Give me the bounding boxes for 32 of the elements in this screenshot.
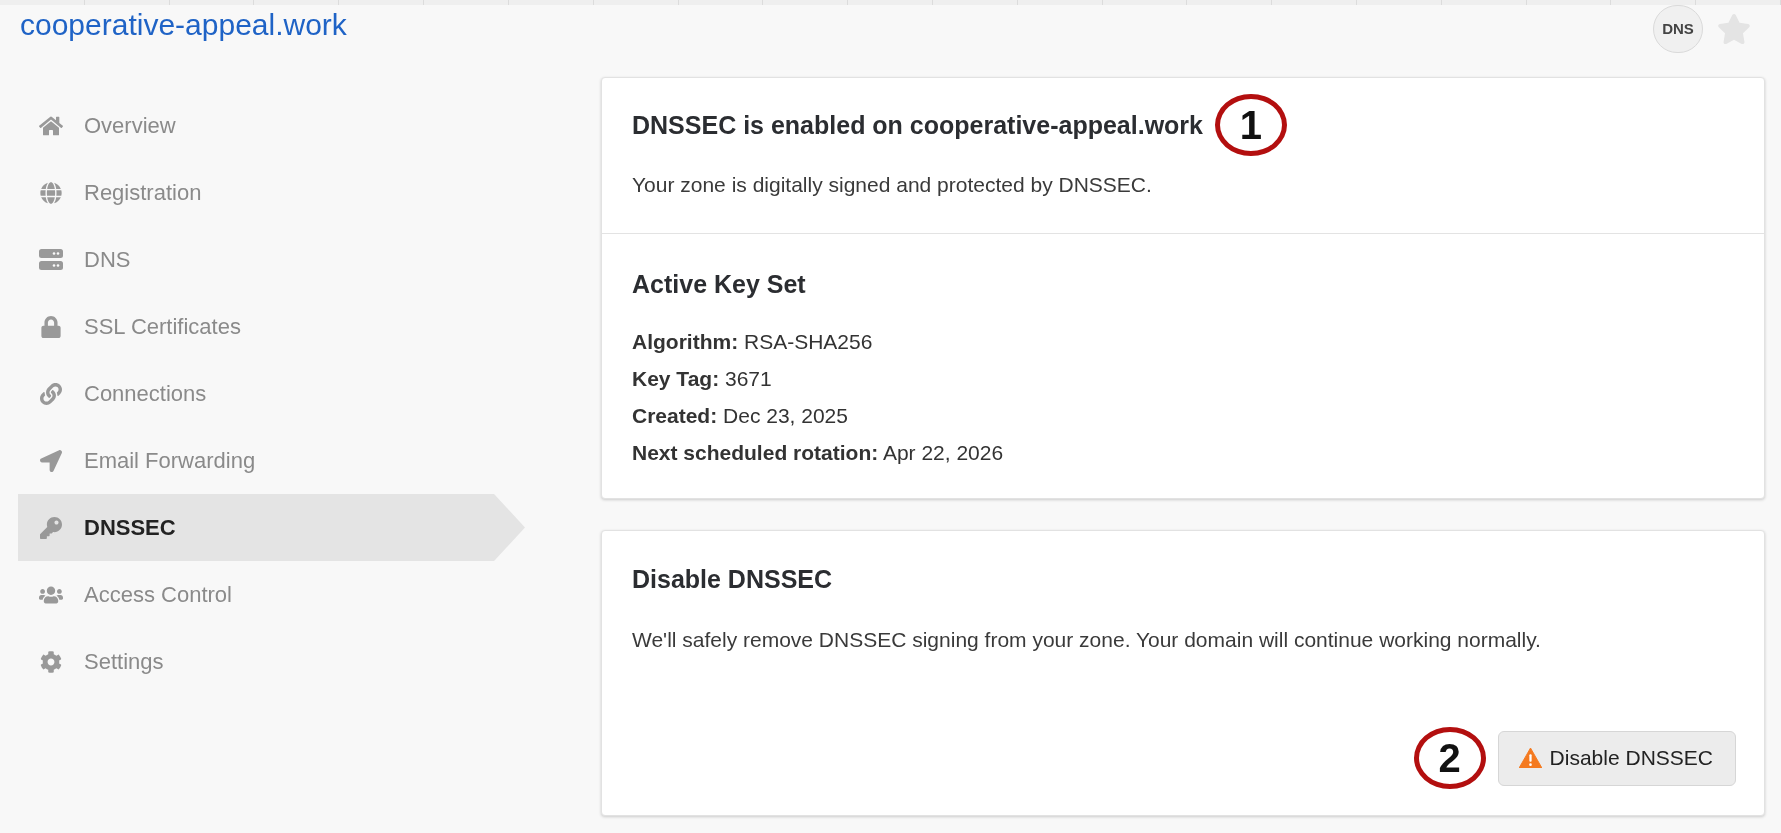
sidebar-item[interactable]: Email Forwarding [18,427,525,494]
lock-icon [39,315,63,338]
warning-icon [1518,748,1542,768]
dns-badge[interactable]: DNS [1653,5,1703,53]
sidebar-item[interactable]: Connections [18,360,525,427]
key-detail: Algorithm: RSA-SHA256 [632,329,874,355]
link-icon [39,382,63,405]
disable-text: We'll safely remove DNSSEC signing from your zone. Your domain will continue working normally. [632,627,1542,653]
navigation-arrow-icon [39,449,63,472]
domain-title: cooperative-appeal.work [20,7,347,43]
callout-number: 2 [1413,727,1486,789]
home-icon [39,114,63,137]
status-text: Your zone is digitally signed and protected by DNSSEC. [632,172,1153,198]
card-title: DNSSEC is enabled on cooperative-appeal.work [632,110,1203,140]
sidebar-item[interactable]: Settings [18,628,525,695]
settings-icon [39,650,63,673]
sidebar-item[interactable]: SSL Certificates [18,293,525,360]
card-title: Disable DNSSEC [632,564,834,594]
section-title: Active Key Set [632,269,807,299]
sidebar-item[interactable]: DNSSEC [18,494,525,561]
key-detail: Next scheduled rotation: Apr 22, 2026 [632,440,1005,466]
disable-dnssec-button[interactable]: Disable DNSSEC [1497,730,1736,786]
key-detail: Key Tag: 3671 [632,366,773,392]
sidebar-item[interactable]: Registration [18,159,525,226]
callout-number: 1 [1215,94,1287,156]
sidebar-item[interactable]: DNS [18,226,525,293]
sidebar-item[interactable]: Access Control [18,561,525,628]
sidebar-item[interactable]: Overview [18,92,525,159]
globe-icon [39,181,63,204]
server-icon [39,248,63,271]
key-icon [39,516,63,539]
key-detail: Created: Dec 23, 2025 [632,403,849,429]
